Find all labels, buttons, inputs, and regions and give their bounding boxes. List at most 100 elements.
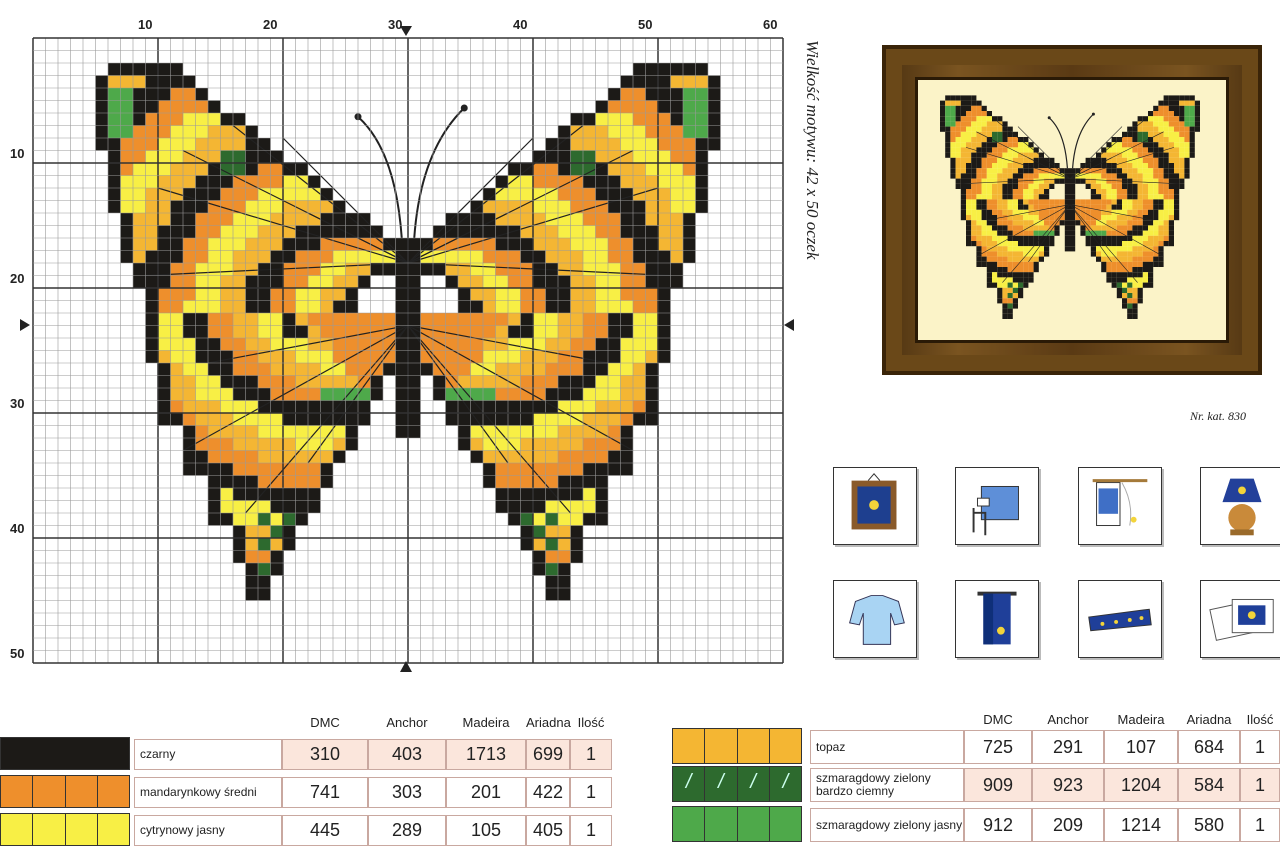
stitch-cell: [195, 150, 208, 163]
stitch-cell: [170, 88, 183, 101]
stitch-cell: [158, 100, 171, 113]
stitch-cell: [408, 300, 421, 313]
stitch-cell: [633, 300, 646, 313]
column-label: 60: [763, 17, 778, 32]
stitch-cell: [245, 563, 258, 576]
stitch-cell: [333, 425, 346, 438]
stitch-cell: [145, 325, 158, 338]
stitch-cell: [545, 250, 558, 263]
stitch-cell: [683, 188, 696, 201]
stitch-cell: [220, 300, 233, 313]
thread-qty: 1: [570, 777, 612, 808]
swatch-cell: [66, 776, 98, 807]
stitch-cell: [558, 188, 571, 201]
stitch-cell: [320, 350, 333, 363]
stitch-cell: [270, 513, 283, 526]
stitch-cell: [108, 125, 121, 138]
stitch-cell: [258, 238, 271, 251]
stitch-cell: [620, 75, 633, 88]
stitch-cell: [220, 388, 233, 401]
stitch-cell: [320, 263, 333, 276]
stitch-cell: [570, 425, 583, 438]
stitch-cell: [508, 175, 521, 188]
stitch-cell: [558, 475, 571, 488]
stitch-cell: [683, 100, 696, 113]
stitch-cell: [520, 188, 533, 201]
stitch-cell: [695, 63, 708, 76]
stitch-cell: [495, 200, 508, 213]
stitch-cell: [233, 213, 246, 226]
stitch-cell: [370, 313, 383, 326]
stitch-cell: [145, 138, 158, 151]
stitch-cell: [158, 275, 171, 288]
stitch-cell: [445, 388, 458, 401]
stitch-cell: [270, 163, 283, 176]
stitch-cell: [158, 213, 171, 226]
stitch-cell: [245, 163, 258, 176]
stitch-cell: [170, 338, 183, 351]
stitch-cell: [495, 325, 508, 338]
stitch-cell: [208, 213, 221, 226]
stitch-cell: [633, 363, 646, 376]
stitch-cell: [533, 338, 546, 351]
stitch-cell: [633, 175, 646, 188]
stitch-cell: [320, 313, 333, 326]
stitch-cell: [608, 150, 621, 163]
stitch-cell: [195, 425, 208, 438]
stitch-cell: [545, 538, 558, 551]
stitch-cell: [283, 288, 296, 301]
stitch-cell: [558, 588, 571, 601]
stitch-cell: [333, 388, 346, 401]
stitch-cell: [370, 388, 383, 401]
stitch-cell: [220, 238, 233, 251]
stitch-cell: [233, 400, 246, 413]
stitch-cell: [520, 250, 533, 263]
stitch-cell: [345, 225, 358, 238]
thread-madeira: 1214: [1104, 808, 1178, 842]
stitch-cell: [258, 425, 271, 438]
stitch-cell: [558, 288, 571, 301]
stitch-cell: [295, 175, 308, 188]
stitch-cell: [595, 275, 608, 288]
stitch-cell: [195, 275, 208, 288]
stitch-cell: [320, 375, 333, 388]
stitch-cell: [545, 463, 558, 476]
stitch-cell: [495, 463, 508, 476]
row-label: 10: [10, 146, 25, 161]
stitch-cell: [658, 338, 671, 351]
stitch-cell: [170, 113, 183, 126]
stitch-cell: [158, 363, 171, 376]
stitch-cell: [220, 450, 233, 463]
stitch-cell: [458, 225, 471, 238]
stitch-cell: [470, 325, 483, 338]
stitch-cell: [108, 75, 121, 88]
column-header: DMC: [983, 712, 1013, 727]
stitch-cell: [295, 425, 308, 438]
stitch-cell: [345, 275, 358, 288]
stitch-cell: [545, 563, 558, 576]
stitch-cell: [308, 388, 321, 401]
stitch-cell: [533, 250, 546, 263]
stitch-cell: [245, 150, 258, 163]
stitch-cell: [133, 150, 146, 163]
stitch-cell: [270, 463, 283, 476]
stitch-cell: [195, 413, 208, 426]
stitch-cell: [245, 188, 258, 201]
stitch-cell: [483, 375, 496, 388]
stitch-cell: [558, 263, 571, 276]
stitch-cell: [345, 438, 358, 451]
stitch-cell: [220, 125, 233, 138]
stitch-cell: [558, 350, 571, 363]
stitch-cell: [308, 400, 321, 413]
stitch-cell: [558, 575, 571, 588]
stitch-cell: [233, 275, 246, 288]
thread-dmc: 909: [964, 768, 1032, 802]
stitch-cell: [245, 175, 258, 188]
stitch-cell: [158, 113, 171, 126]
stitch-cell: [708, 75, 721, 88]
stitch-cell: [595, 375, 608, 388]
stitch-cell: [133, 188, 146, 201]
stitch-cell: [545, 325, 558, 338]
column-label: 40: [513, 17, 528, 32]
stitch-cell: [133, 113, 146, 126]
